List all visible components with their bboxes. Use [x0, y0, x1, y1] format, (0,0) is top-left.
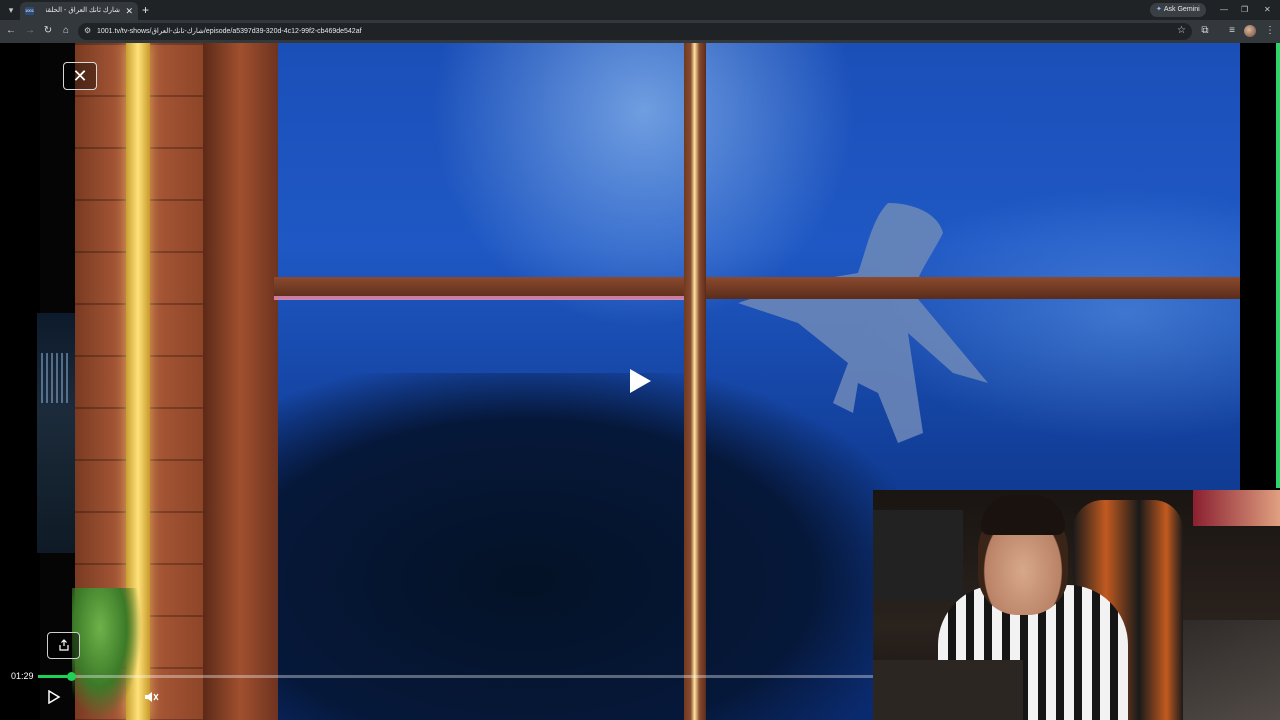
minimize-icon[interactable]: —: [1220, 3, 1228, 17]
address-bar[interactable]: ⚙ 1001.tv/tv-shows/شارك-تانك-العراق/epis…: [78, 23, 1192, 40]
webcam-desk: [873, 660, 1023, 720]
site-info-icon[interactable]: ⚙: [84, 26, 94, 36]
extensions-icon[interactable]: ⧉: [1198, 24, 1212, 38]
browser-toolbar: ← → ↻ ⌂ ⚙ 1001.tv/tv-shows/شارك-تانك-الع…: [0, 20, 1280, 43]
restore-icon[interactable]: ❐: [1241, 3, 1248, 17]
profile-avatar[interactable]: [1244, 25, 1256, 37]
close-icon: ✕: [72, 66, 88, 86]
city-lights-background: [37, 313, 77, 553]
webcam-overlay: [873, 490, 1280, 720]
webcam-floor: [1173, 620, 1280, 720]
new-tab-icon[interactable]: +: [142, 3, 149, 17]
forward-icon[interactable]: →: [23, 24, 37, 38]
reload-icon[interactable]: ↻: [41, 24, 55, 38]
bookmark-star-icon[interactable]: ☆: [1177, 25, 1186, 36]
media-controls-icon[interactable]: ≡: [1225, 24, 1239, 38]
progress-fill: [38, 675, 72, 678]
browser-menu-icon[interactable]: ⋮: [1263, 24, 1277, 38]
ask-gemini-label: Ask Gemini: [1163, 6, 1200, 13]
play-button[interactable]: [47, 690, 61, 704]
browser-tab-strip: ▾ 1001 شارك ثانك العراق - الحلقة 11 ✕ + …: [0, 0, 1280, 20]
back-icon[interactable]: ←: [4, 24, 18, 38]
window-frame-glow: [274, 296, 684, 300]
plant: [72, 588, 142, 720]
green-edge-bar: [1276, 43, 1280, 488]
progress-bar[interactable]: [38, 672, 874, 681]
wooden-post: [203, 43, 278, 720]
tab-close-icon[interactable]: ✕: [125, 5, 133, 17]
tab-title: شارك ثانك العراق - الحلقة 11: [46, 7, 120, 14]
close-player-button[interactable]: ✕: [63, 62, 97, 90]
site-favicon-icon: 1001: [25, 7, 34, 15]
window-close-icon[interactable]: ✕: [1264, 3, 1271, 17]
play-icon[interactable]: [624, 366, 654, 396]
url-text: 1001.tv/tv-shows/شارك-تانك-العراق/episod…: [97, 28, 362, 35]
current-time: 01:29: [11, 671, 34, 681]
share-icon: [58, 639, 69, 651]
streamer-hair: [981, 495, 1065, 535]
mute-button[interactable]: [144, 690, 160, 704]
webcam-shelf: [873, 510, 963, 600]
tab-search-icon[interactable]: ▾: [4, 3, 18, 17]
mute-icon: [145, 692, 159, 702]
gemini-spark-icon: ✦: [1156, 6, 1162, 13]
video-frame-left-edge: [0, 43, 40, 720]
shark-silhouette: [738, 203, 988, 443]
share-button[interactable]: [47, 632, 80, 659]
ask-gemini-button[interactable]: ✦ Ask Gemini: [1150, 3, 1206, 17]
browser-tab[interactable]: 1001 شارك ثانك العراق - الحلقة 11 ✕: [20, 2, 138, 20]
window-frame-vertical: [684, 43, 706, 720]
webcam-monitor: [1193, 490, 1280, 526]
home-icon[interactable]: ⌂: [59, 24, 73, 38]
